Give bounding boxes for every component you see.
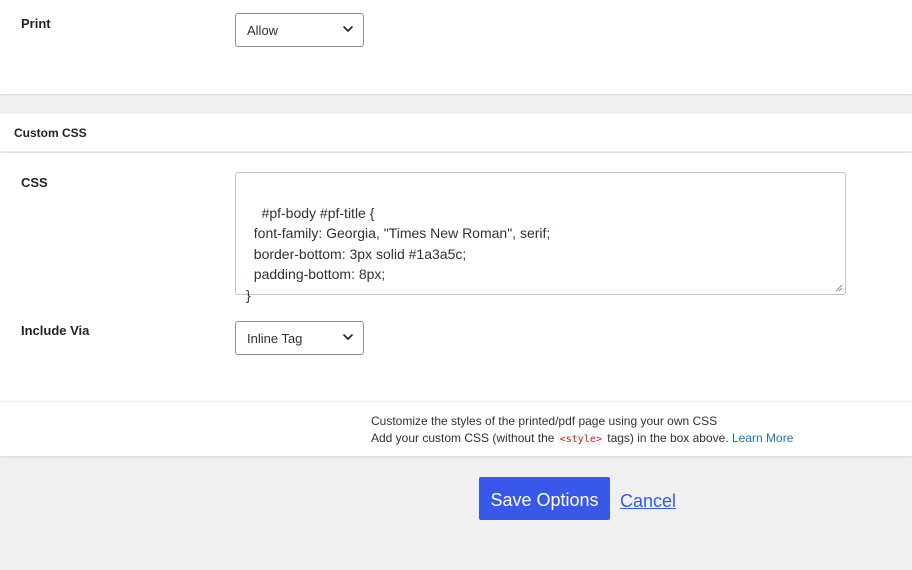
section-title: Custom CSS <box>14 126 87 140</box>
print-select-value: Allow <box>247 22 279 38</box>
print-select[interactable]: Allow <box>235 13 364 47</box>
css-textarea[interactable]: #pf-body #pf-title { font-family: Georgi… <box>235 172 846 303</box>
css-textarea-content: #pf-body #pf-title { font-family: Georgi… <box>246 204 551 303</box>
learn-more-link[interactable]: Learn More <box>732 431 793 445</box>
include-via-label: Include Via <box>21 323 90 338</box>
cancel-link[interactable]: Cancel <box>620 491 676 512</box>
save-options-button[interactable]: Save Options <box>479 477 610 520</box>
chevron-down-icon <box>343 26 353 32</box>
custom-css-header: Custom CSS <box>0 114 912 152</box>
css-label: CSS <box>21 175 48 190</box>
include-via-select[interactable]: Inline Tag <box>235 321 364 355</box>
help-text-line1: Customize the styles of the printed/pdf … <box>371 414 718 428</box>
help-text-after: tags) in the box above. <box>603 431 732 445</box>
chevron-down-icon <box>343 334 353 340</box>
print-label: Print <box>21 16 51 31</box>
divider <box>0 401 912 402</box>
help-text-before: Add your custom CSS (without the <box>371 431 558 445</box>
include-via-value: Inline Tag <box>247 330 303 346</box>
style-tag-code: <style> <box>557 433 604 446</box>
print-settings-panel: Print Allow <box>0 0 912 94</box>
resize-grip-icon[interactable] <box>835 284 843 292</box>
custom-css-panel: CSS #pf-body #pf-title { font-family: Ge… <box>0 153 912 456</box>
help-text-line2: Add your custom CSS (without the <style>… <box>371 431 793 446</box>
